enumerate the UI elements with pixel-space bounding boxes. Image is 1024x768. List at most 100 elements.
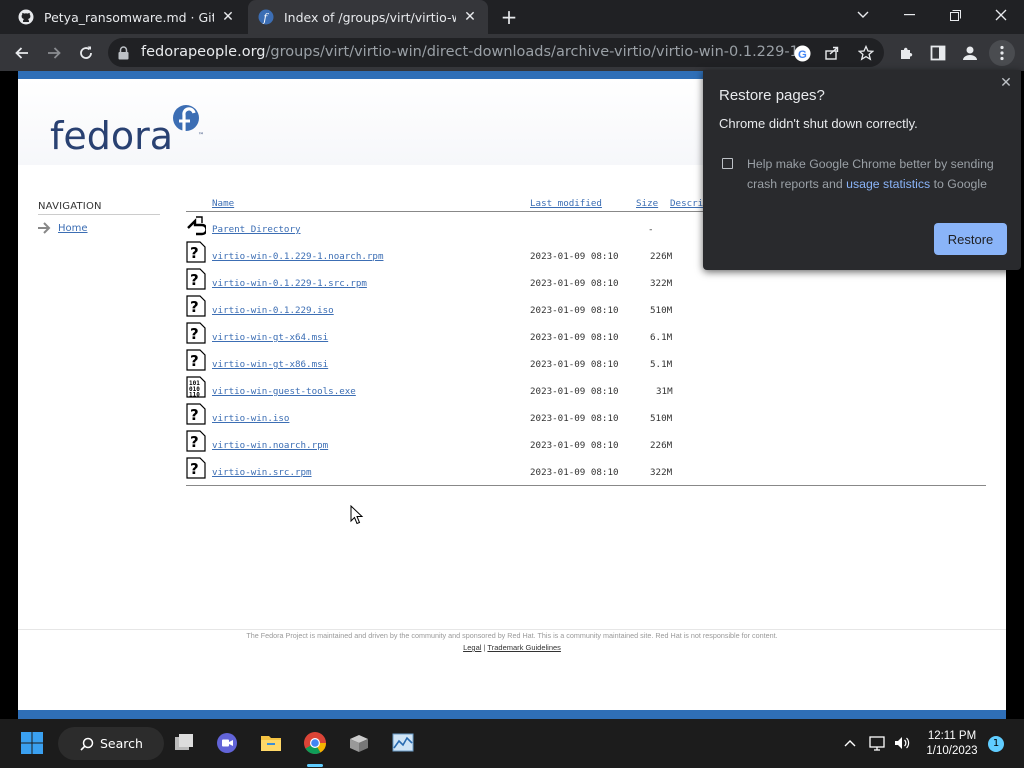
reload-button[interactable] — [73, 40, 99, 66]
file-link[interactable]: virtio-win-gt-x86.msi — [212, 359, 328, 370]
file-link[interactable]: virtio-win-0.1.229-1.src.rpm — [212, 278, 367, 289]
crash-report-label: Help make Google Chrome better by sendin… — [747, 154, 1007, 194]
resource-monitor-icon[interactable] — [389, 729, 417, 757]
windows-taskbar: Search 12:11 PM 1/10/2023 1 — [0, 719, 1024, 768]
title-bar: Petya_ransomware.md · GitHub ✕ f Index o… — [0, 0, 1024, 34]
file-modified: 2023-01-09 08:10 — [530, 278, 619, 289]
browser-toolbar: fedorapeople.org/groups/virt/virtio-win/… — [0, 34, 1024, 71]
tab-github[interactable]: Petya_ransomware.md · GitHub ✕ — [8, 0, 246, 34]
file-size: 510M — [650, 305, 673, 316]
windows-start-icon[interactable] — [18, 729, 46, 757]
restore-pages-dialog: ✕ Restore pages? Chrome didn't shut down… — [703, 70, 1021, 270]
tab-fedorapeople[interactable]: f Index of /groups/virt/virtio-win/d ✕ — [248, 0, 488, 34]
url-host: fedorapeople.org — [141, 44, 266, 60]
tab-title: Index of /groups/virt/virtio-win/d — [284, 9, 456, 25]
system-clock[interactable]: 12:11 PM 1/10/2023 — [918, 729, 986, 759]
footer-separator: | — [483, 643, 486, 652]
file-link[interactable]: virtio-win.src.rpm — [212, 467, 312, 478]
task-view-icon[interactable] — [170, 729, 198, 757]
lock-icon[interactable] — [118, 45, 129, 64]
forward-button[interactable] — [41, 40, 67, 66]
svg-text:™: ™ — [198, 132, 204, 139]
file-link[interactable]: virtio-win-0.1.229.iso — [212, 305, 334, 316]
svg-text:?: ? — [190, 406, 199, 424]
google-icon[interactable]: G — [792, 43, 812, 63]
close-icon[interactable]: ✕ — [462, 9, 478, 25]
close-icon[interactable]: ✕ — [999, 75, 1013, 89]
file-link[interactable]: virtio-win-0.1.229-1.noarch.rpm — [212, 251, 383, 262]
table-row: ? virtio-win-gt-x86.msi 2023-01-09 08:10… — [186, 349, 986, 376]
fedora-logo[interactable]: fedora ™ — [50, 101, 220, 161]
file-modified: 2023-01-09 08:10 — [530, 305, 619, 316]
restore-button[interactable]: Restore — [934, 223, 1007, 255]
file-explorer-icon[interactable] — [257, 729, 285, 757]
teams-chat-icon[interactable] — [213, 729, 241, 757]
svg-text:?: ? — [190, 271, 199, 289]
table-row: ? virtio-win.noarch.rpm 2023-01-09 08:10… — [186, 430, 986, 457]
svg-text:?: ? — [190, 433, 199, 451]
taskbar-search[interactable]: Search — [58, 727, 164, 760]
search-label: Search — [100, 736, 143, 751]
usage-statistics-link[interactable]: usage statistics — [846, 177, 930, 191]
close-icon[interactable]: ✕ — [220, 9, 236, 25]
tab-search-chevron-icon[interactable] — [840, 0, 886, 30]
address-bar[interactable]: fedorapeople.org/groups/virt/virtio-win/… — [108, 38, 884, 67]
file-modified: 2023-01-09 08:10 — [530, 440, 619, 451]
file-size: 226M — [650, 251, 673, 262]
navigation-divider — [38, 214, 160, 215]
vmware-icon[interactable] — [345, 729, 373, 757]
tab-title: Petya_ransomware.md · GitHub — [44, 9, 214, 25]
chrome-icon[interactable] — [301, 729, 329, 757]
file-size: 5.1M — [650, 359, 673, 370]
file-link[interactable]: virtio-win-guest-tools.exe — [212, 386, 356, 397]
nav-home-item[interactable]: Home — [38, 222, 88, 234]
file-link[interactable]: virtio-win.noarch.rpm — [212, 440, 328, 451]
file-link[interactable]: Parent Directory — [212, 224, 301, 235]
unknown-file-icon: ? — [186, 295, 206, 317]
new-tab-button[interactable]: + — [498, 6, 520, 28]
unknown-file-icon: ? — [186, 430, 206, 452]
search-icon — [80, 737, 94, 751]
column-header-size[interactable]: Size — [636, 198, 658, 209]
dialog-subtitle: Chrome didn't shut down correctly. — [719, 116, 918, 131]
active-app-indicator — [307, 764, 323, 767]
file-size: 510M — [650, 413, 673, 424]
profile-avatar-icon[interactable] — [957, 40, 983, 66]
column-header-description[interactable]: Descri — [670, 198, 703, 209]
file-size: 322M — [650, 467, 673, 478]
column-header-modified[interactable]: Last modified — [530, 198, 602, 209]
unknown-file-icon: ? — [186, 457, 206, 479]
close-window-button[interactable] — [978, 0, 1024, 30]
share-icon[interactable] — [822, 43, 842, 63]
url-text[interactable]: fedorapeople.org/groups/virt/virtio-win/… — [141, 44, 804, 60]
mouse-cursor-icon — [350, 505, 364, 525]
file-link[interactable]: virtio-win.iso — [212, 413, 289, 424]
back-button[interactable] — [9, 40, 35, 66]
navigation-title: NAVIGATION — [38, 201, 102, 212]
file-link[interactable]: virtio-win-gt-x64.msi — [212, 332, 328, 343]
nav-home-link[interactable]: Home — [58, 223, 88, 234]
column-header-name[interactable]: Name — [212, 198, 234, 209]
file-modified: 2023-01-09 08:10 — [530, 359, 619, 370]
side-panel-icon[interactable] — [925, 40, 951, 66]
bookmark-star-icon[interactable] — [856, 43, 876, 63]
legal-link[interactable]: Legal — [463, 643, 481, 652]
table-row: ? virtio-win.iso 2023-01-09 08:10 510M — [186, 403, 986, 430]
table-row: ? virtio-win-gt-x64.msi 2023-01-09 08:10… — [186, 322, 986, 349]
trademark-guidelines-link[interactable]: Trademark Guidelines — [487, 643, 561, 652]
extensions-puzzle-icon[interactable] — [893, 40, 919, 66]
minimize-button[interactable] — [886, 0, 932, 30]
chevron-up-icon[interactable] — [836, 729, 864, 757]
file-modified: 2023-01-09 08:10 — [530, 251, 619, 262]
restore-window-button[interactable] — [932, 0, 978, 30]
github-icon — [18, 9, 34, 25]
chrome-menu-icon[interactable] — [989, 40, 1015, 66]
file-modified: 2023-01-09 08:10 — [530, 413, 619, 424]
unknown-file-icon: ? — [186, 403, 206, 425]
unknown-file-icon: ? — [186, 241, 206, 263]
file-size: 6.1M — [650, 332, 673, 343]
footer-text: The Fedora Project is maintained and dri… — [246, 631, 778, 640]
crash-report-checkbox[interactable] — [722, 158, 733, 169]
volume-icon[interactable] — [888, 729, 916, 757]
notification-badge[interactable]: 1 — [988, 736, 1004, 752]
